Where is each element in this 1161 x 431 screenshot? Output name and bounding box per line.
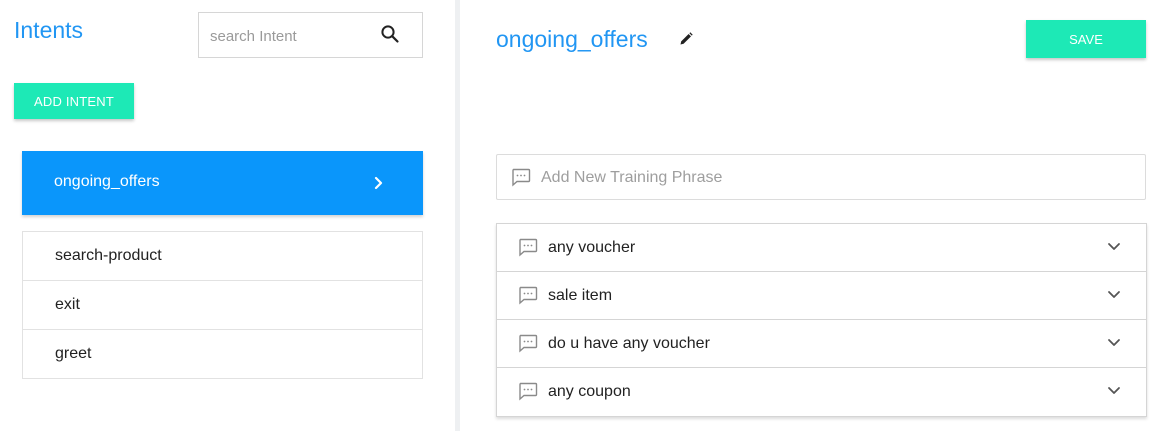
chevron-right-icon [374, 176, 383, 190]
chat-icon [512, 168, 531, 187]
intent-item-label: ongoing_offers [54, 173, 160, 190]
intent-item[interactable]: exit [23, 281, 422, 330]
training-phrase-list: any voucher sale item do u have any vouc… [496, 223, 1147, 417]
intent-item-active[interactable]: ongoing_offers [22, 151, 423, 215]
intent-name-title: ongoing_offers [496, 26, 648, 52]
intent-item[interactable]: search-product [23, 232, 422, 281]
chat-icon [519, 286, 538, 305]
chevron-down-icon[interactable] [1107, 290, 1121, 300]
training-phrase-text: sale item [548, 287, 613, 304]
training-phrase-row[interactable]: any voucher [497, 224, 1146, 272]
chevron-down-icon[interactable] [1107, 386, 1121, 396]
intents-sidebar: Intents ADD INTENT ongoing_offers search… [0, 0, 455, 431]
intent-list: search-product exit greet [22, 231, 423, 379]
training-phrase-row[interactable]: sale item [497, 272, 1146, 320]
intent-item-label: exit [55, 296, 80, 313]
search-icon[interactable] [380, 24, 400, 44]
training-phrase-text: any coupon [548, 383, 631, 400]
chevron-down-icon[interactable] [1107, 338, 1121, 348]
training-phrase-row[interactable]: do u have any voucher [497, 320, 1146, 368]
training-phrase-text: do u have any voucher [548, 335, 710, 352]
training-phrase-text: any voucher [548, 239, 636, 256]
new-phrase-field[interactable] [496, 154, 1146, 200]
pencil-icon[interactable] [678, 31, 694, 47]
save-button[interactable]: SAVE [1026, 20, 1146, 58]
intent-item[interactable]: greet [23, 330, 422, 378]
chat-icon [519, 334, 538, 353]
intent-editor: ongoing_offers SAVE any voucher [460, 0, 1161, 431]
search-input[interactable] [210, 25, 370, 47]
intent-item-label: search-product [55, 247, 162, 264]
intent-item-label: greet [55, 345, 92, 362]
intent-editor-app: Intents ADD INTENT ongoing_offers search… [0, 0, 1161, 431]
add-intent-button[interactable]: ADD INTENT [14, 83, 134, 119]
new-phrase-input[interactable] [541, 167, 1121, 189]
chevron-down-icon[interactable] [1107, 242, 1121, 252]
sidebar-title: Intents [14, 17, 84, 43]
training-phrase-row[interactable]: any coupon [497, 368, 1146, 416]
chat-icon [519, 382, 538, 401]
chat-icon [519, 238, 538, 257]
